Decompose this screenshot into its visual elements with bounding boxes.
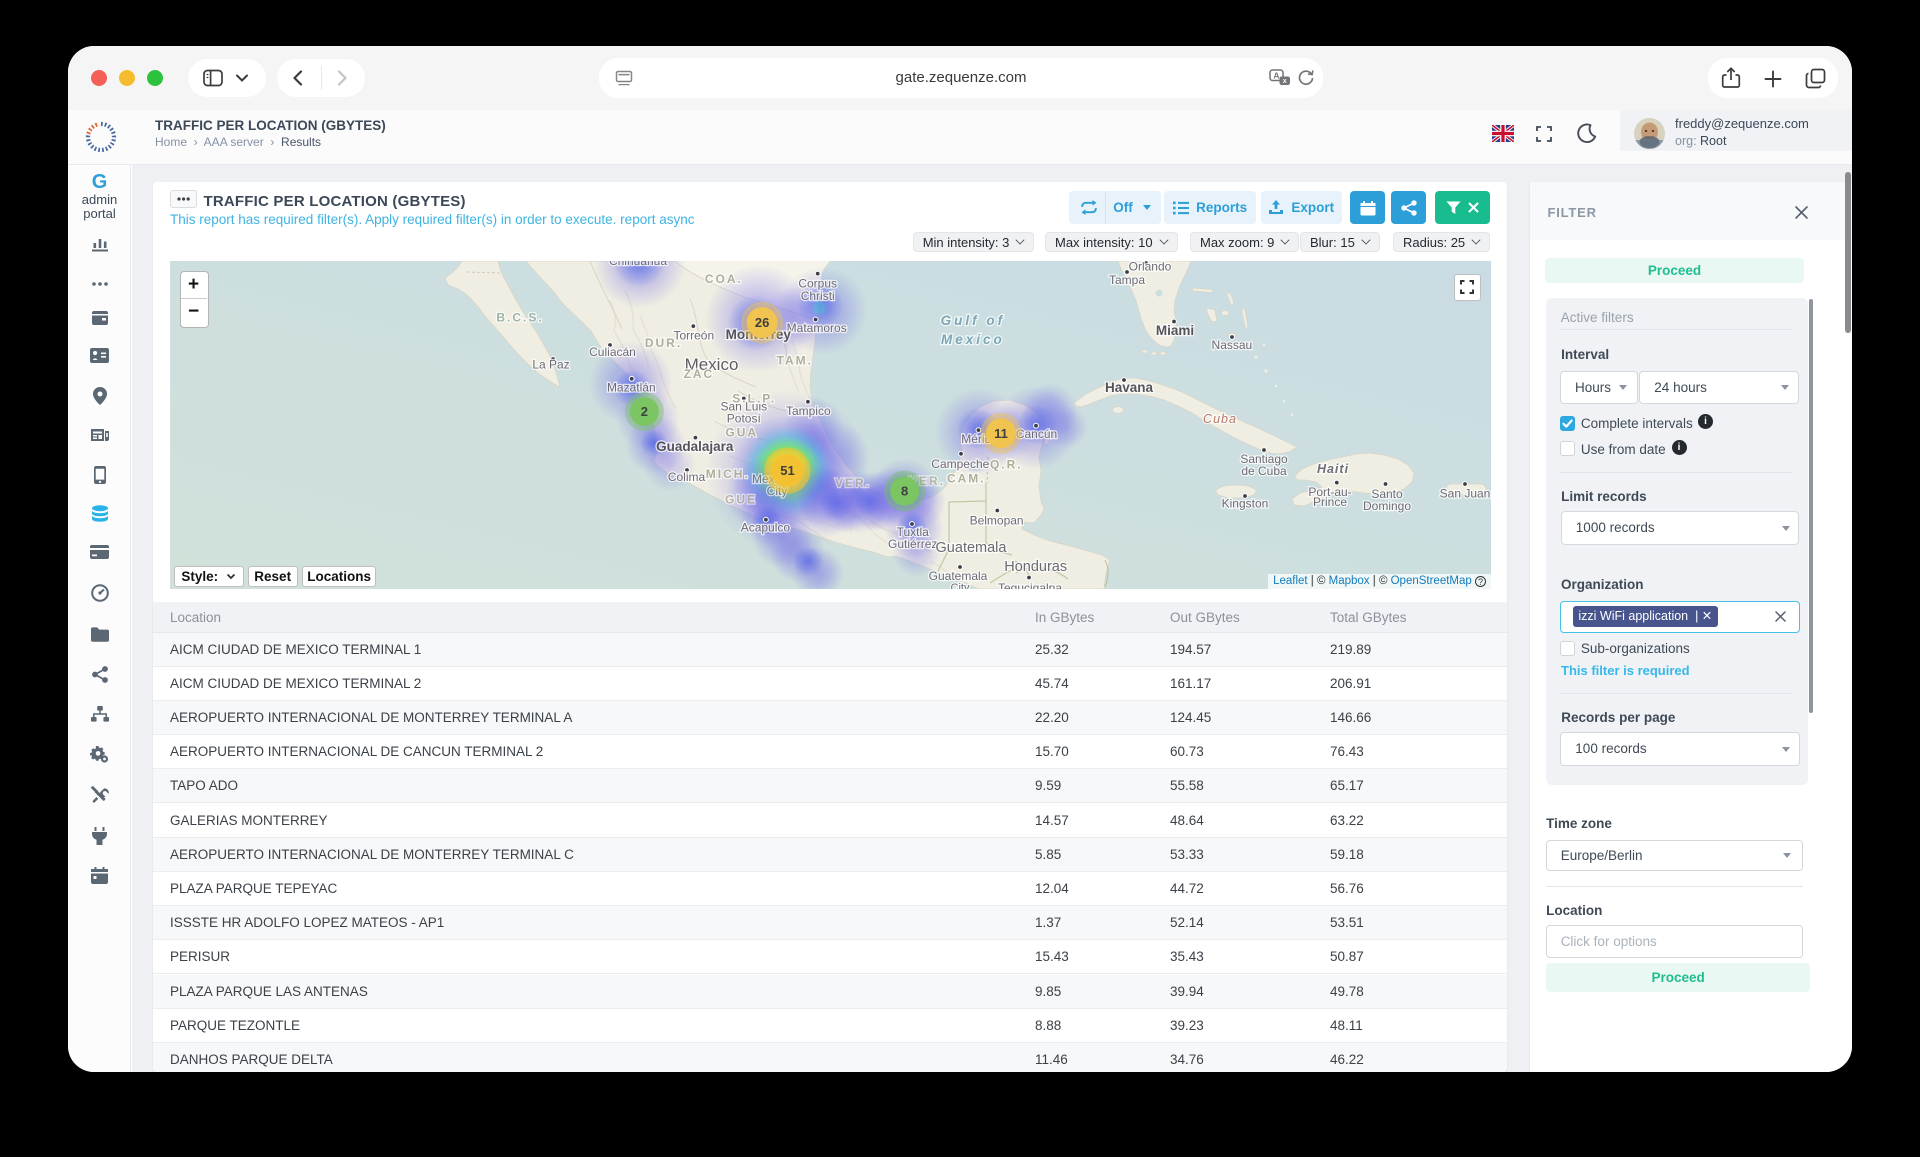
svg-text:Gutiérrez: Gutiérrez bbox=[888, 537, 937, 551]
svg-text:ZAC: ZAC bbox=[684, 367, 715, 381]
svg-text:8: 8 bbox=[901, 484, 908, 499]
svg-text:CAM.: CAM. bbox=[947, 472, 986, 486]
svg-text:Guatemala: Guatemala bbox=[929, 569, 988, 583]
svg-text:Guadalajara: Guadalajara bbox=[656, 439, 734, 454]
svg-text:Miami: Miami bbox=[1156, 323, 1194, 338]
svg-text:Haiti: Haiti bbox=[1317, 462, 1349, 476]
svg-text:26: 26 bbox=[755, 315, 769, 330]
svg-text:COA.: COA. bbox=[705, 272, 743, 286]
svg-text:GUA: GUA bbox=[725, 426, 758, 440]
svg-text:Mexico: Mexico bbox=[941, 332, 1005, 347]
svg-text:2: 2 bbox=[641, 404, 648, 419]
svg-text:Honduras: Honduras bbox=[1004, 559, 1067, 575]
svg-text:S.L.P.: S.L.P. bbox=[732, 392, 776, 406]
svg-text:Chihuahua: Chihuahua bbox=[609, 261, 667, 268]
svg-text:VER.: VER. bbox=[835, 476, 871, 490]
svg-text:City: City bbox=[951, 582, 970, 589]
svg-text:B.C.S.: B.C.S. bbox=[496, 311, 543, 325]
svg-text:TAM.: TAM. bbox=[777, 354, 813, 368]
svg-text:Orlando: Orlando bbox=[1129, 261, 1172, 274]
svg-text:11: 11 bbox=[994, 426, 1008, 441]
svg-text:A: A bbox=[1273, 71, 1279, 81]
svg-text:DUR.: DUR. bbox=[645, 336, 682, 350]
svg-text:x: x bbox=[1283, 78, 1287, 85]
svg-text:Tegucigalpa: Tegucigalpa bbox=[998, 581, 1062, 589]
svg-text:GUE: GUE bbox=[725, 493, 757, 507]
svg-text:San Juan: San Juan bbox=[1440, 487, 1491, 501]
svg-text:Tampa: Tampa bbox=[1109, 273, 1145, 287]
svg-text:MICH.: MICH. bbox=[706, 467, 750, 481]
svg-text:Campeche: Campeche bbox=[931, 457, 989, 471]
svg-text:Colima: Colima bbox=[668, 470, 706, 484]
svg-text:Prince: Prince bbox=[1313, 495, 1347, 509]
svg-text:Nassau: Nassau bbox=[1212, 338, 1253, 352]
svg-text:Havana: Havana bbox=[1105, 380, 1154, 395]
svg-text:Mazatlán: Mazatlán bbox=[607, 381, 656, 395]
svg-text:Cuba: Cuba bbox=[1203, 412, 1237, 426]
svg-text:Tampico: Tampico bbox=[786, 404, 831, 418]
svg-text:Matamoros: Matamoros bbox=[787, 321, 847, 335]
svg-text:Potosí: Potosí bbox=[727, 412, 762, 426]
svg-text:Christi: Christi bbox=[801, 289, 835, 303]
svg-text:Q.R.: Q.R. bbox=[990, 458, 1023, 472]
svg-text:Cancún: Cancún bbox=[1016, 427, 1057, 441]
svg-text:Domingo: Domingo bbox=[1363, 499, 1411, 513]
svg-text:Guatemala: Guatemala bbox=[936, 540, 1008, 556]
svg-text:51: 51 bbox=[780, 463, 794, 478]
svg-text:Gulf of: Gulf of bbox=[941, 313, 1006, 328]
svg-text:Belmopan: Belmopan bbox=[970, 514, 1024, 528]
svg-text:Culiacán: Culiacán bbox=[589, 345, 636, 359]
svg-text:La Paz: La Paz bbox=[532, 358, 569, 372]
svg-text:Acapulco: Acapulco bbox=[741, 521, 791, 535]
svg-text:Kingston: Kingston bbox=[1222, 497, 1269, 511]
svg-text:de Cuba: de Cuba bbox=[1241, 464, 1287, 478]
